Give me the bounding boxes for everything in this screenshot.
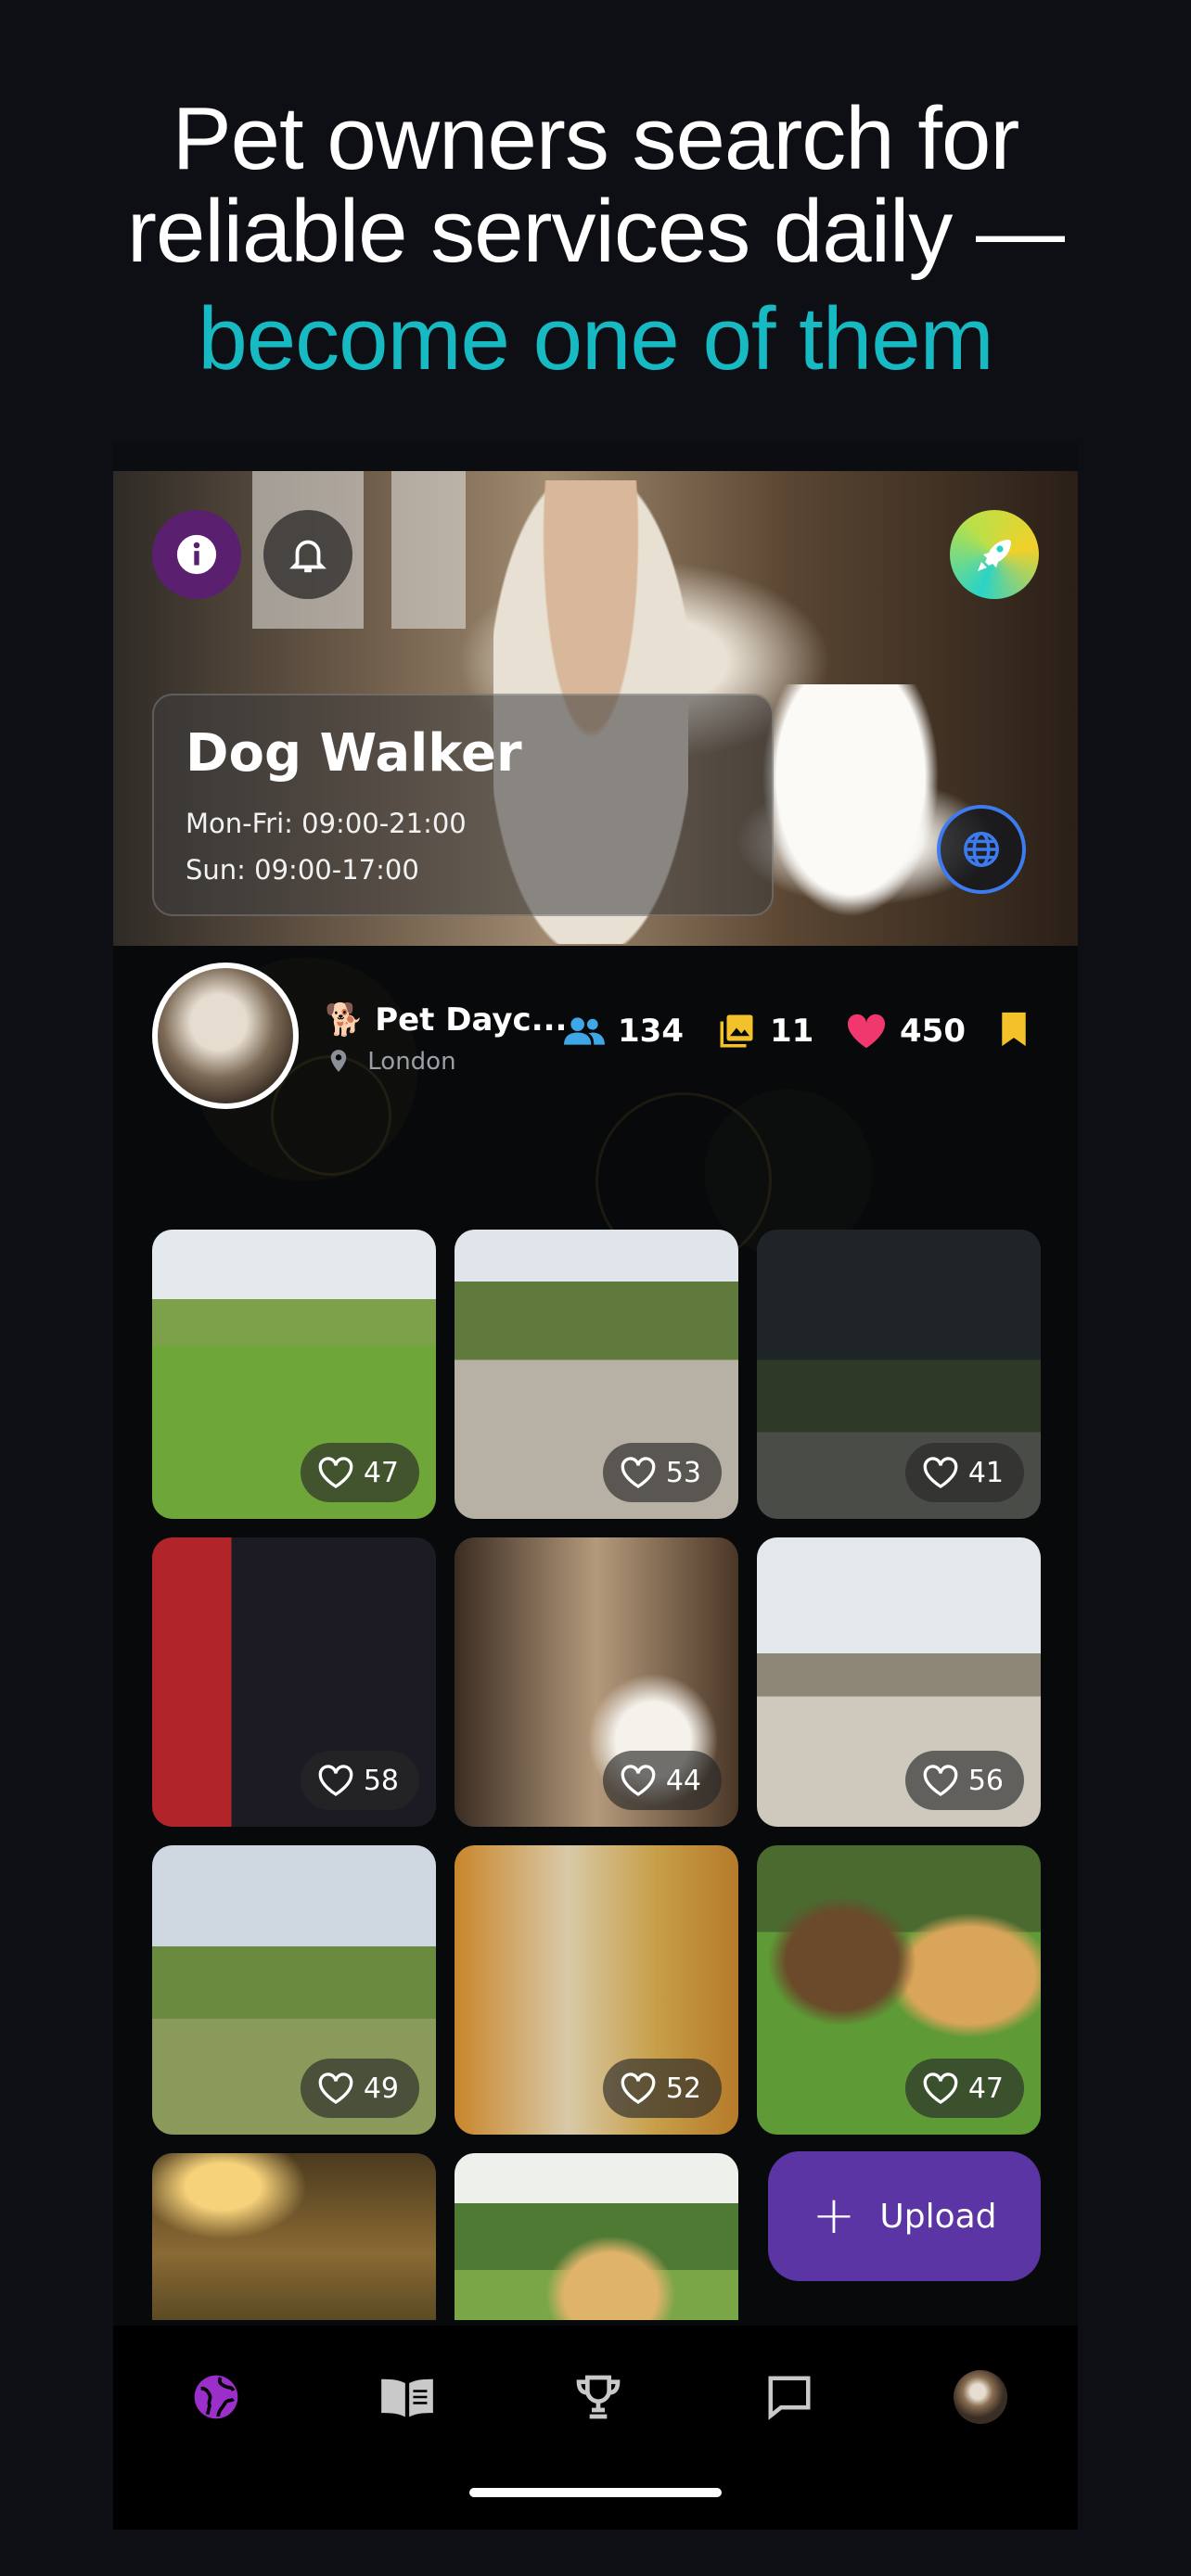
- photo-tile[interactable]: 44: [455, 1537, 738, 1827]
- photo-tile[interactable]: 41: [757, 1230, 1041, 1519]
- like-badge[interactable]: 56: [904, 1751, 1024, 1810]
- like-count: 56: [967, 1764, 1004, 1797]
- plus-icon: +: [812, 2186, 856, 2246]
- heart-outline-icon: [621, 2072, 656, 2104]
- like-badge[interactable]: 44: [602, 1751, 722, 1810]
- nav-explore[interactable]: [184, 2365, 249, 2429]
- photo-tile[interactable]: 47: [152, 1230, 436, 1519]
- photo-tile[interactable]: [455, 2153, 738, 2320]
- like-count: 58: [363, 1764, 399, 1797]
- like-count: 44: [665, 1764, 701, 1797]
- dog-emoji: 🐕: [325, 1001, 365, 1039]
- heart-outline-icon: [318, 1765, 353, 1796]
- nav-guide[interactable]: [375, 2365, 440, 2429]
- photo-tile[interactable]: 56: [757, 1537, 1041, 1827]
- hours-weekdays: Mon-Fri: 09:00-21:00: [186, 808, 467, 839]
- profile-row: 🐕 Pet Dayc... London 134 11 450: [113, 963, 1078, 1111]
- status-bar: [113, 443, 1078, 471]
- upload-label: Upload: [879, 2197, 997, 2236]
- like-badge[interactable]: 53: [602, 1443, 722, 1502]
- heart-outline-icon: [621, 1457, 656, 1488]
- heart-outline-icon: [621, 1765, 656, 1796]
- phone-screen: Dog Walker Mon-Fri: 09:00-21:00 Sun: 09:…: [113, 443, 1078, 2530]
- photo-tile[interactable]: [152, 2153, 436, 2320]
- headline: Pet owners search for reliable services …: [0, 93, 1191, 386]
- website-button[interactable]: [937, 805, 1026, 894]
- like-count: 41: [967, 1456, 1004, 1489]
- likes-stat[interactable]: 450: [846, 1011, 966, 1052]
- nav-leaderboard[interactable]: [566, 2365, 631, 2429]
- photo-tile[interactable]: 52: [455, 1845, 738, 2135]
- photo-tile[interactable]: 58: [152, 1537, 436, 1827]
- like-badge[interactable]: 47: [904, 2059, 1024, 2118]
- info-icon: [176, 534, 217, 575]
- globe-icon: [194, 2375, 238, 2419]
- hours-sunday: Sun: 09:00-17:00: [186, 854, 419, 886]
- business-name-text: Pet Dayc...: [375, 1001, 568, 1039]
- heart-outline-icon: [923, 2072, 958, 2104]
- photo-tile[interactable]: 53: [455, 1230, 738, 1519]
- boost-button[interactable]: [950, 510, 1039, 599]
- followers-icon: [564, 1017, 605, 1045]
- rocket-icon: [978, 540, 1011, 571]
- photo-tile[interactable]: 49: [152, 1845, 436, 2135]
- upload-button[interactable]: + Upload: [768, 2151, 1041, 2281]
- nav-messages[interactable]: [757, 2365, 822, 2429]
- hero-dog: [762, 684, 939, 916]
- like-count: 47: [967, 2072, 1004, 2105]
- service-title: Dog Walker: [186, 723, 522, 784]
- likes-count: 450: [900, 1013, 966, 1050]
- heart-icon: [847, 1014, 886, 1049]
- home-indicator[interactable]: [469, 2488, 722, 2497]
- bookmark-icon: [1002, 1012, 1026, 1047]
- location-pin-icon: [330, 1050, 347, 1072]
- photos-count: 11: [770, 1013, 814, 1050]
- like-badge[interactable]: 52: [602, 2059, 722, 2118]
- like-count: 47: [363, 1456, 399, 1489]
- like-badge[interactable]: 41: [904, 1443, 1024, 1502]
- photos-icon: [720, 1014, 753, 1048]
- photos-stat[interactable]: 11: [716, 1011, 813, 1052]
- hero-window: [391, 471, 466, 629]
- info-button[interactable]: [152, 510, 241, 599]
- bell-icon: [289, 540, 327, 573]
- followers-stat[interactable]: 134: [564, 1011, 684, 1052]
- headline-line-2: reliable services daily —: [126, 182, 1065, 281]
- like-count: 53: [665, 1456, 701, 1489]
- headline-accent: become one of them: [198, 289, 993, 389]
- like-badge[interactable]: 58: [300, 1751, 419, 1810]
- nav-profile[interactable]: [948, 2365, 1013, 2429]
- service-info-card: Dog Walker Mon-Fri: 09:00-21:00 Sun: 09:…: [152, 694, 774, 916]
- heart-outline-icon: [318, 1457, 353, 1488]
- heart-outline-icon: [923, 1765, 958, 1796]
- like-badge[interactable]: 47: [300, 1443, 419, 1502]
- globe-icon: [964, 832, 999, 867]
- heart-outline-icon: [923, 1457, 958, 1488]
- hero-banner: Dog Walker Mon-Fri: 09:00-21:00 Sun: 09:…: [113, 471, 1078, 946]
- bottom-nav: [113, 2326, 1078, 2530]
- bookmark-button[interactable]: [1000, 1011, 1028, 1048]
- trophy-icon: [576, 2375, 621, 2419]
- headline-line-1: Pet owners search for: [172, 89, 1020, 188]
- chat-icon: [768, 2376, 811, 2420]
- location-text: London: [367, 1048, 456, 1076]
- like-count: 49: [363, 2072, 399, 2105]
- photo-tile[interactable]: 47: [757, 1845, 1041, 2135]
- followers-count: 134: [618, 1013, 684, 1050]
- business-location: London: [328, 1048, 456, 1076]
- notifications-button[interactable]: [263, 510, 352, 599]
- business-name[interactable]: 🐕 Pet Dayc...: [325, 1001, 567, 1039]
- business-avatar[interactable]: [152, 963, 299, 1109]
- like-count: 52: [665, 2072, 701, 2105]
- heart-outline-icon: [318, 2072, 353, 2104]
- book-icon: [381, 2378, 433, 2417]
- like-badge[interactable]: 49: [300, 2059, 419, 2118]
- avatar: [954, 2370, 1007, 2424]
